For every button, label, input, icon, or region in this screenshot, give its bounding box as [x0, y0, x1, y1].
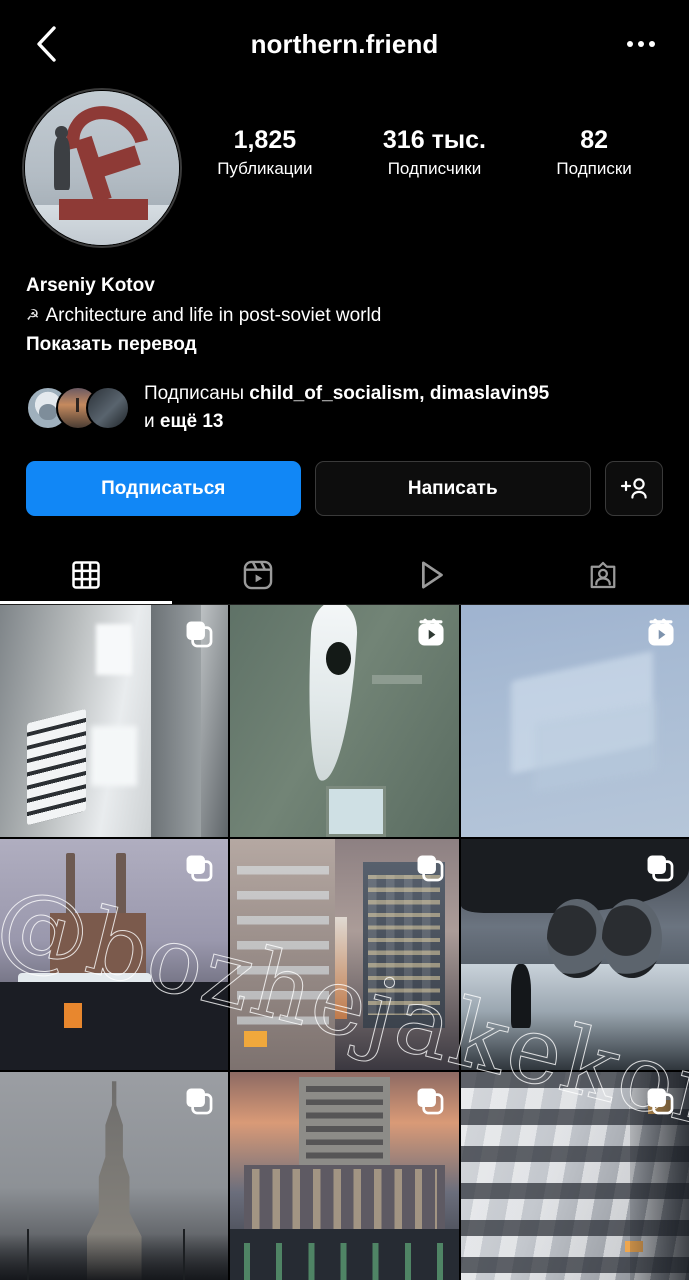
- grid-item[interactable]: [0, 605, 229, 837]
- reels-icon: [415, 617, 447, 654]
- mutual-avatar: [86, 385, 130, 430]
- profile-actions: Подписаться Написать: [0, 435, 689, 517]
- instagram-profile-screen: northern.friend 1,825 Публикации 316 тыс…: [0, 0, 689, 1280]
- display-name: Arseniy Kotov: [26, 275, 155, 296]
- grid-item[interactable]: [460, 605, 689, 837]
- carousel-icon: [413, 851, 447, 890]
- grid-item[interactable]: [0, 838, 229, 1071]
- chevron-left-icon: [37, 26, 56, 62]
- profile-tabs: [0, 546, 689, 605]
- grid-item[interactable]: [230, 1072, 459, 1280]
- grid-item[interactable]: [460, 838, 689, 1071]
- stat-followers[interactable]: 316 тыс. Подписчики: [383, 126, 486, 179]
- show-translation-link[interactable]: Показать перевод: [26, 330, 663, 360]
- video-play-icon: [421, 561, 443, 589]
- mutual-suffix: и: [144, 410, 160, 432]
- follow-button[interactable]: Подписаться: [26, 461, 301, 517]
- posts-count: 1,825: [233, 126, 297, 154]
- back-button[interactable]: [26, 24, 66, 64]
- mutual-prefix: Подписаны: [144, 383, 250, 405]
- tab-posts[interactable]: [0, 546, 172, 604]
- bio-line: ☭ Architecture and life in post-soviet w…: [26, 301, 663, 330]
- mutual-followers[interactable]: Подписаны child_of_socialism, dimaslavin…: [0, 360, 689, 435]
- grid-item[interactable]: [460, 1072, 689, 1280]
- page-title: northern.friend: [250, 28, 439, 59]
- tab-video[interactable]: [345, 546, 517, 604]
- reels-icon: [244, 561, 273, 590]
- add-person-button[interactable]: [605, 461, 663, 517]
- posts-label: Публикации: [217, 158, 313, 178]
- carousel-icon: [182, 617, 216, 656]
- hammer-sickle-icon: ☭: [26, 306, 40, 324]
- grid-item[interactable]: [230, 605, 459, 837]
- top-navigation-bar: northern.friend: [0, 0, 689, 88]
- message-button[interactable]: Написать: [314, 461, 591, 517]
- posts-grid: @bozhejakekonchene: [0, 605, 689, 1280]
- profile-header: 1,825 Публикации 316 тыс. Подписчики 82 …: [0, 88, 689, 248]
- carousel-icon: [182, 1084, 216, 1123]
- grid-item[interactable]: [230, 838, 459, 1071]
- bio-description: Architecture and life in post-soviet wor…: [45, 304, 382, 326]
- mutual-names: child_of_socialism, dimaslavin95: [249, 383, 550, 405]
- tab-tagged[interactable]: [517, 546, 689, 604]
- active-tab-indicator: [0, 601, 173, 605]
- carousel-icon: [182, 851, 216, 890]
- profile-stats: 1,825 Публикации 316 тыс. Подписчики 82 …: [182, 88, 667, 179]
- following-label: Подписки: [556, 158, 632, 178]
- mutual-followers-text: Подписаны child_of_socialism, dimaslavin…: [144, 380, 549, 435]
- stat-posts[interactable]: 1,825 Публикации: [217, 126, 312, 179]
- grid-icon: [72, 561, 100, 590]
- followers-count: 316 тыс.: [382, 126, 487, 154]
- following-count: 82: [580, 126, 608, 154]
- mutual-more-count: ещё 13: [159, 410, 224, 432]
- more-options-button[interactable]: [619, 22, 663, 66]
- tagged-person-icon: [590, 562, 616, 589]
- profile-bio: Arseniy Kotov ☭ Architecture and life in…: [0, 248, 689, 360]
- stat-following[interactable]: 82 Подписки: [556, 126, 631, 179]
- carousel-icon: [643, 1084, 677, 1123]
- avatar[interactable]: [22, 88, 182, 248]
- grid-item[interactable]: [0, 1072, 229, 1280]
- followers-label: Подписчики: [387, 158, 482, 178]
- tab-reels[interactable]: [172, 546, 344, 604]
- avatar-image: [25, 91, 179, 245]
- carousel-icon: [413, 1084, 447, 1123]
- mutual-avatars: [26, 385, 130, 430]
- reels-icon: [645, 617, 677, 654]
- more-options-icon: [627, 41, 633, 47]
- carousel-icon: [643, 851, 677, 890]
- add-person-icon: [620, 478, 647, 499]
